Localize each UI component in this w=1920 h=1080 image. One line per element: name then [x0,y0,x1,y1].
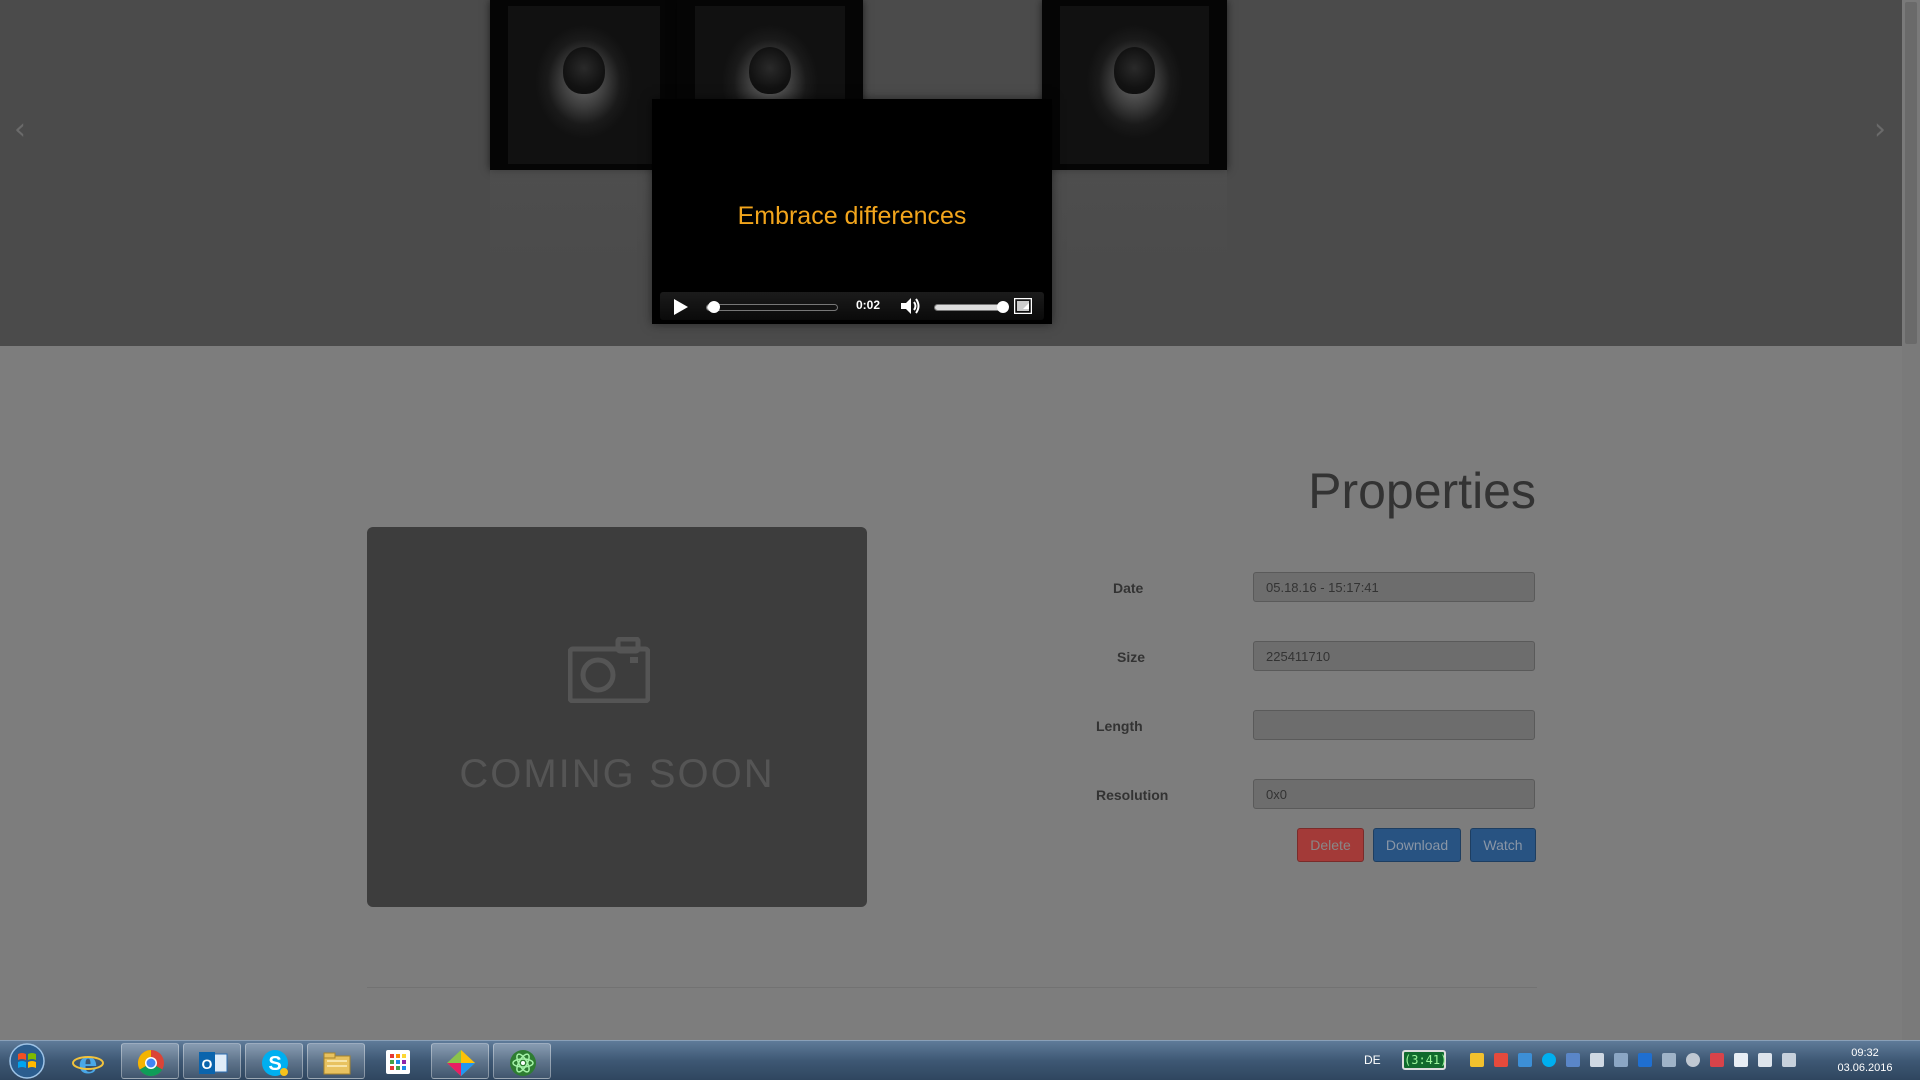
clock-date: 03.06.2016 [1837,1062,1893,1074]
camera-icon [568,637,650,703]
volume-slider[interactable] [934,301,1009,313]
taskbar-file-explorer[interactable] [307,1043,365,1079]
progress-slider[interactable] [706,301,838,313]
tray-monitor-icon[interactable] [1566,1053,1580,1067]
length-field[interactable] [1253,710,1535,740]
taskbar-atom[interactable] [493,1043,551,1079]
time-readout: 0:02 [856,298,881,312]
date-field[interactable] [1253,572,1535,602]
svg-text:S: S [268,1053,281,1075]
tray-flag-icon[interactable] [1734,1053,1748,1067]
start-button[interactable] [2,1042,52,1080]
page: ‹ › Embrace differences 0:02 COMING SOON… [0,0,1920,1080]
video-controls: 0:02 [660,292,1044,320]
svg-text:O: O [202,1056,213,1072]
length-label: Length [1096,718,1143,734]
battery-meter[interactable]: (3:41) [1402,1050,1447,1070]
download-button[interactable]: Download [1373,828,1461,862]
resolution-field[interactable] [1253,779,1535,809]
slide-reflection [1042,170,1227,262]
maps-icon [447,1050,475,1076]
tray-skype-icon[interactable] [1542,1053,1556,1067]
tray-antivirus-icon[interactable] [1710,1053,1724,1067]
video-thumbnail [1060,6,1209,164]
thumbnail-placeholder: COMING SOON [367,527,867,907]
volume-handle[interactable] [997,301,1009,313]
file-explorer-icon [323,1052,351,1075]
taskbar: e O S DE (3:41) 09:32 03.06.2016 [0,1040,1920,1080]
date-label: Date [1113,580,1144,596]
tray-display-icon[interactable] [1614,1053,1628,1067]
video-carousel: ‹ › Embrace differences 0:02 [0,0,1902,346]
progress-handle[interactable] [707,301,720,313]
properties-title: Properties [1308,463,1536,519]
fullscreen-icon[interactable] [1014,298,1032,314]
carousel-next-arrow[interactable]: › [1874,112,1886,147]
chrome-icon [137,1049,164,1077]
app-grid-icon [386,1050,410,1074]
language-indicator[interactable]: DE [1364,1053,1381,1067]
video-player[interactable]: Embrace differences 0:02 [652,99,1052,324]
taskbar-app-grid[interactable] [369,1043,427,1079]
coming-soon-label: COMING SOON [459,752,775,796]
taskbar-skype[interactable]: S [245,1043,303,1079]
skype-icon: S [262,1050,288,1076]
resolution-label: Resolution [1096,787,1169,803]
play-icon[interactable] [674,299,688,315]
section-divider [367,987,1537,988]
outlook-icon: O [199,1052,228,1074]
page-scrollbar[interactable] [1902,0,1920,1040]
tray-shield-icon[interactable] [1518,1053,1532,1067]
size-field[interactable] [1253,641,1535,671]
size-label: Size [1117,649,1146,665]
taskbar-outlook[interactable]: O [183,1043,241,1079]
video-thumbnail [508,6,660,164]
delete-button[interactable]: Delete [1297,828,1364,862]
tray-disk-icon[interactable] [1686,1053,1700,1067]
tray-lock-icon[interactable] [1590,1053,1604,1067]
tray-battery-icon[interactable] [1758,1053,1772,1067]
tray-pen-icon[interactable] [1494,1053,1508,1067]
tray-folder-icon[interactable] [1470,1053,1484,1067]
tray-signal-icon[interactable] [1662,1053,1676,1067]
svg-text:e: e [78,1047,97,1077]
video-caption: Embrace differences [737,202,967,230]
taskbar-maps[interactable] [431,1043,489,1079]
volume-icon[interactable] [900,297,922,315]
volume-fill [935,305,1003,310]
internet-explorer-icon: e [72,1047,104,1077]
carousel-slide[interactable] [1042,0,1227,170]
carousel-prev-arrow[interactable]: ‹ [14,112,26,147]
atom-icon [510,1050,536,1076]
taskbar-clock[interactable]: 09:32 03.06.2016 [1826,1046,1904,1076]
carousel-slide[interactable] [490,0,678,170]
taskbar-chrome[interactable] [121,1043,179,1079]
tray-volume-muted-icon[interactable] [1782,1053,1796,1067]
tray-sync-icon[interactable] [1638,1053,1652,1067]
clock-time: 09:32 [1851,1047,1879,1059]
taskbar-internet-explorer[interactable]: e [59,1043,117,1079]
watch-button[interactable]: Watch [1470,828,1536,862]
scrollbar-thumb[interactable] [1905,2,1917,344]
